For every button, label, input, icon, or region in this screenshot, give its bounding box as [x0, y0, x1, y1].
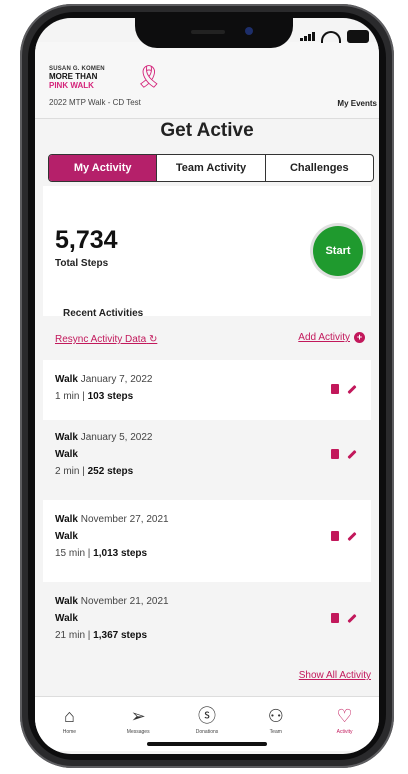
trash-icon[interactable] — [331, 449, 339, 459]
trash-icon[interactable] — [331, 384, 339, 394]
activity-title-line: Walk November 21, 2021 — [55, 596, 169, 607]
heart-pulse-icon: ♡ — [336, 706, 353, 726]
pencil-icon[interactable] — [347, 449, 357, 460]
event-name: 2022 MTP Walk - CD Test — [49, 98, 141, 107]
trash-icon[interactable] — [331, 531, 339, 541]
activity-stats-line: 15 min | 1,013 steps — [55, 548, 148, 559]
steps-summary-card: 5,734 Total Steps Start Recent Activitie… — [43, 186, 371, 319]
home-icon: ⌂ — [63, 706, 75, 726]
signal-icon — [300, 32, 315, 41]
home-indicator — [147, 742, 267, 746]
nav-home[interactable]: ⌂ Home — [35, 697, 104, 751]
notch — [135, 18, 293, 48]
activity-subtype: Walk — [55, 613, 78, 624]
add-activity-link[interactable]: Add Activity + — [298, 332, 365, 343]
tab-team-activity[interactable]: Team Activity — [157, 155, 266, 181]
recent-activities-heading: Recent Activities — [63, 308, 144, 319]
tab-my-activity[interactable]: My Activity — [49, 155, 158, 181]
page-title: Get Active — [160, 120, 254, 141]
dollar-icon: ⓢ — [197, 706, 216, 726]
activity-stats-line: 2 min | 252 steps — [55, 466, 134, 477]
brand-logo[interactable]: SUSAN G. KOMEN MORE THAN PINK WALK 🎗 — [49, 64, 163, 90]
people-icon: ⚇ — [267, 706, 284, 726]
show-all-activity-link[interactable]: Show All Activity — [299, 670, 371, 681]
total-steps-label: Total Steps — [55, 258, 109, 269]
camera — [245, 27, 253, 35]
pencil-icon[interactable] — [347, 613, 357, 624]
app-screen: SUSAN G. KOMEN MORE THAN PINK WALK 🎗 202… — [35, 18, 379, 754]
battery-icon — [347, 30, 369, 43]
speaker — [191, 30, 225, 34]
activity-item[interactable]: Walk January 7, 2022 1 min | 103 steps — [43, 360, 371, 420]
activity-tabs: My Activity Team Activity Challenges — [48, 154, 374, 182]
activity-subtype: Walk — [55, 449, 78, 460]
start-button[interactable]: Start — [313, 226, 363, 276]
pencil-icon[interactable] — [347, 531, 357, 542]
activity-stats-line: 21 min | 1,367 steps — [55, 630, 148, 641]
wifi-icon — [321, 30, 341, 43]
activity-title-line: Walk November 27, 2021 — [55, 514, 169, 525]
activity-item[interactable]: Walk November 21, 2021 Walk 21 min | 1,3… — [43, 582, 371, 664]
sync-icon: ↻ — [148, 334, 158, 345]
activity-links-row: Resync Activity Data ↻ Add Activity + — [43, 320, 371, 360]
activity-item[interactable]: Walk January 5, 2022 Walk 2 min | 252 st… — [43, 420, 371, 500]
plus-circle-icon: + — [354, 332, 365, 343]
resync-activity-link[interactable]: Resync Activity Data ↻ — [55, 334, 157, 345]
status-bar — [300, 30, 369, 43]
activity-item[interactable]: Walk November 27, 2021 Walk 15 min | 1,0… — [43, 500, 371, 582]
send-icon: ➢ — [130, 706, 146, 726]
activity-stats-line: 1 min | 103 steps — [55, 391, 134, 402]
pencil-icon[interactable] — [347, 384, 357, 395]
total-steps-value: 5,734 — [55, 226, 118, 254]
tab-challenges[interactable]: Challenges — [266, 155, 373, 181]
ribbon-icon: 🎗 — [135, 64, 163, 89]
activity-title-line: Walk January 7, 2022 — [55, 374, 153, 385]
activity-subtype: Walk — [55, 531, 78, 542]
trash-icon[interactable] — [331, 613, 339, 623]
nav-activity[interactable]: ♡ Activity — [310, 697, 379, 751]
activity-title-line: Walk January 5, 2022 — [55, 432, 153, 443]
app-header: SUSAN G. KOMEN MORE THAN PINK WALK 🎗 202… — [35, 42, 379, 119]
my-events-link[interactable]: My Events — [337, 99, 377, 108]
